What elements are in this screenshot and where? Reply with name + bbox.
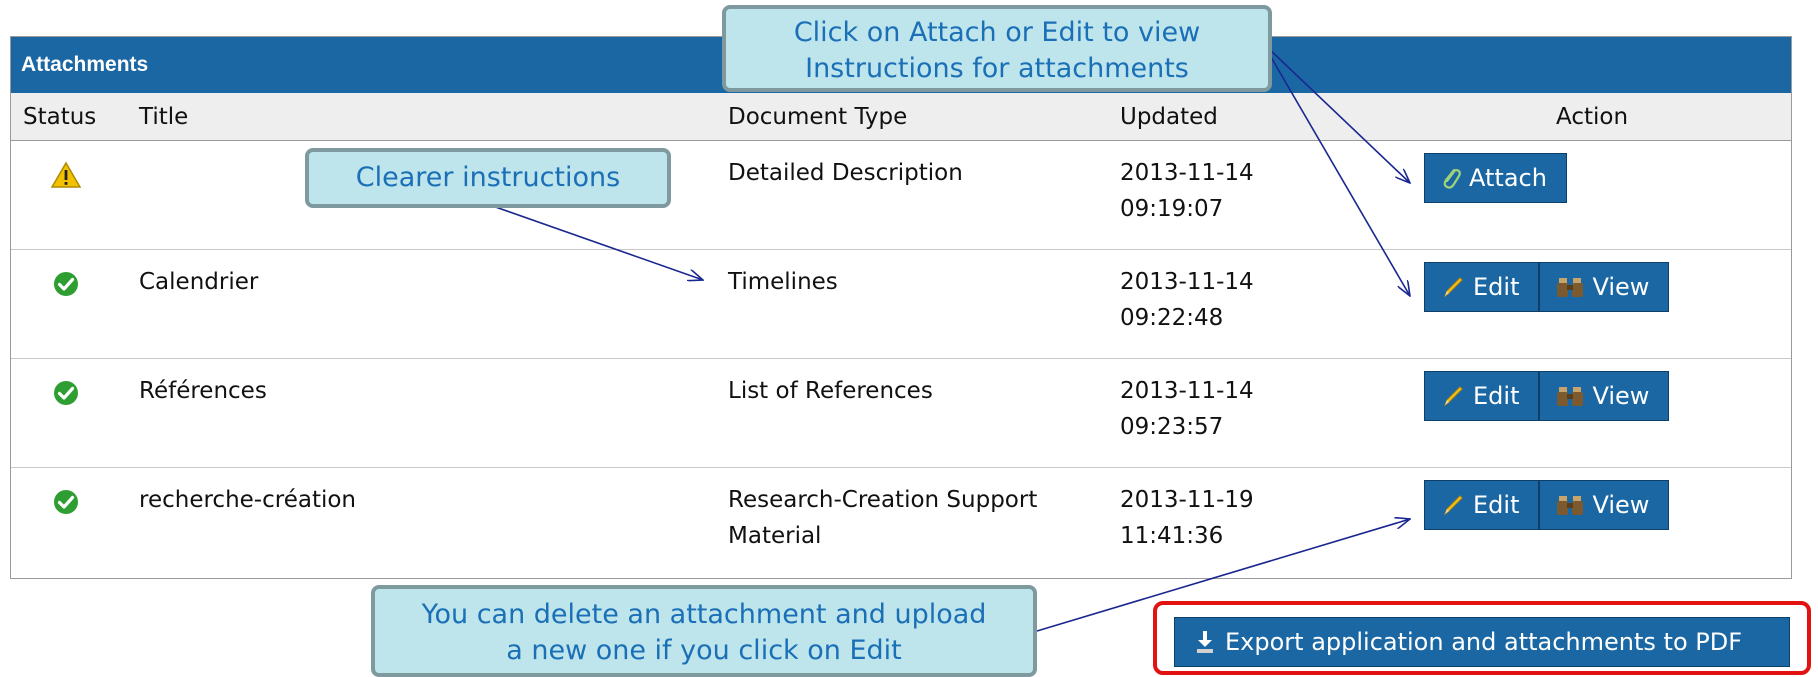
row-title: Calendrier: [139, 269, 259, 295]
row-actions: Edit View: [1424, 262, 1670, 312]
paperclip-icon: [1443, 168, 1461, 189]
edit-button[interactable]: Edit: [1424, 371, 1540, 421]
row-updated: 2013-11-19 11:41:36: [1120, 487, 1254, 549]
callout-clearer-instructions: Clearer instructions: [305, 148, 671, 208]
table-row: Detailed Description 2013-11-14 09:19:07…: [11, 141, 1791, 250]
table-row: Références List of References 2013-11-14…: [11, 359, 1791, 468]
row-actions: Edit View: [1424, 480, 1670, 530]
row-updated: 2013-11-14 09:19:07: [1120, 160, 1254, 222]
row-updated: 2013-11-14 09:22:48: [1120, 269, 1254, 331]
row-document-type: Detailed Description: [728, 160, 963, 186]
check-circle-icon: [54, 272, 78, 296]
export-pdf-button[interactable]: Export application and attachments to PD…: [1174, 617, 1790, 667]
attachments-panel: Attachments Status Title Document Type U…: [10, 36, 1792, 579]
row-document-type: List of References: [728, 378, 933, 404]
row-title: Références: [139, 378, 267, 404]
row-document-type: Timelines: [728, 269, 838, 295]
column-title: Title: [139, 104, 189, 130]
edit-button[interactable]: Edit: [1424, 480, 1540, 530]
view-button[interactable]: View: [1539, 480, 1670, 530]
row-actions: Edit View: [1424, 371, 1670, 421]
table-header: Status Title Document Type Updated Actio…: [11, 93, 1791, 141]
check-circle-icon: [54, 490, 78, 514]
binoculars-icon: [1557, 387, 1584, 406]
view-button[interactable]: View: [1539, 371, 1670, 421]
table-row: recherche-création Research-Creation Sup…: [11, 468, 1791, 577]
callout-delete-upload: You can delete an attachment and upload …: [371, 585, 1037, 677]
attach-button[interactable]: Attach: [1424, 153, 1567, 203]
row-title: recherche-création: [139, 487, 356, 513]
check-circle-icon: [54, 381, 78, 405]
download-icon: [1197, 631, 1213, 653]
column-document-type: Document Type: [728, 104, 908, 130]
warning-icon: [51, 161, 81, 188]
column-updated: Updated: [1120, 104, 1218, 130]
row-document-type: Research-Creation Support Material: [728, 487, 1038, 549]
binoculars-icon: [1557, 278, 1584, 297]
view-button[interactable]: View: [1539, 262, 1670, 312]
pencil-icon: [1443, 386, 1463, 407]
callout-attach-edit: Click on Attach or Edit to view Instruct…: [722, 5, 1272, 92]
edit-button[interactable]: Edit: [1424, 262, 1540, 312]
pencil-icon: [1443, 495, 1463, 516]
row-actions: Attach: [1424, 153, 1567, 203]
column-action: Action: [1556, 104, 1629, 130]
binoculars-icon: [1557, 496, 1584, 515]
column-status: Status: [23, 104, 97, 130]
row-updated: 2013-11-14 09:23:57: [1120, 378, 1254, 440]
table-row: Calendrier Timelines 2013-11-14 09:22:48…: [11, 250, 1791, 359]
pencil-icon: [1443, 277, 1463, 298]
